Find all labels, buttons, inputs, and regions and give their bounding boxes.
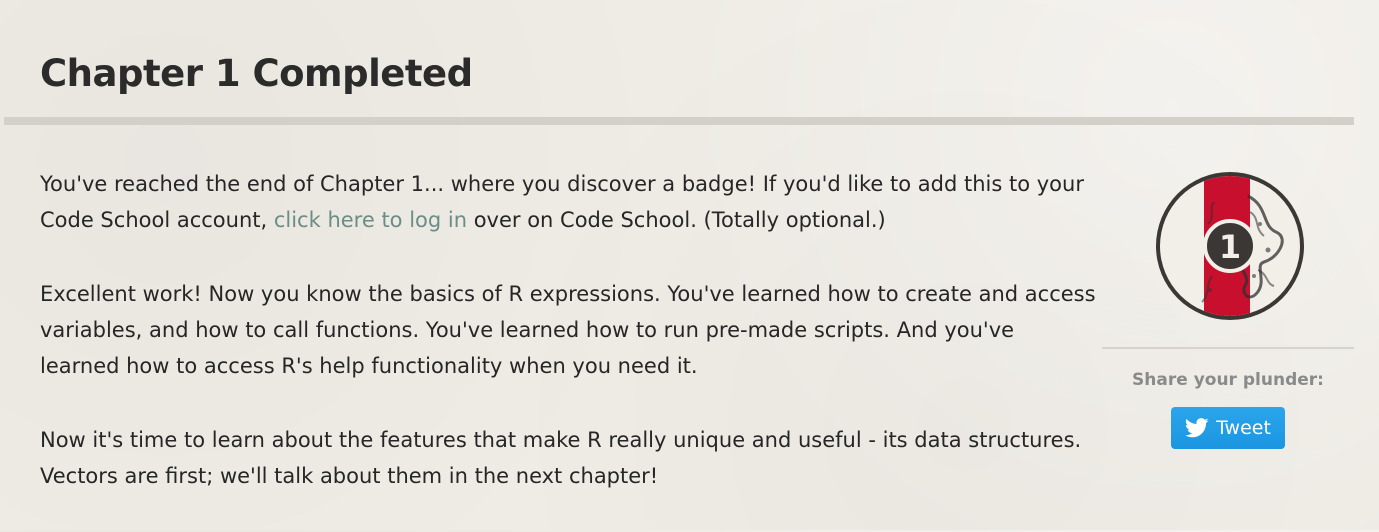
badge-number: 1	[1219, 228, 1241, 266]
tweet-label: Tweet	[1216, 417, 1271, 439]
title-divider	[4, 117, 1354, 125]
summary-paragraph: Excellent work! Now you know the basics …	[40, 282, 1096, 378]
chapter-badge: 1	[1150, 166, 1310, 326]
page-title: Chapter 1 Completed	[40, 52, 473, 95]
share-label: Share your plunder:	[1132, 370, 1324, 390]
login-link[interactable]: click here to log in	[274, 208, 467, 232]
intro-paragraph: You've reached the end of Chapter 1... w…	[40, 166, 1100, 238]
next-chapter-paragraph: Now it's time to learn about the feature…	[40, 428, 1082, 488]
intro-text-after-link: over on Code School. (Totally optional.)	[467, 208, 886, 232]
tweet-button[interactable]: Tweet	[1171, 407, 1285, 449]
chapter-summary: You've reached the end of Chapter 1... w…	[40, 166, 1100, 532]
sidebar-divider	[1102, 347, 1354, 349]
badge-graphic: 1	[1156, 172, 1304, 320]
twitter-bird-icon	[1185, 418, 1209, 438]
